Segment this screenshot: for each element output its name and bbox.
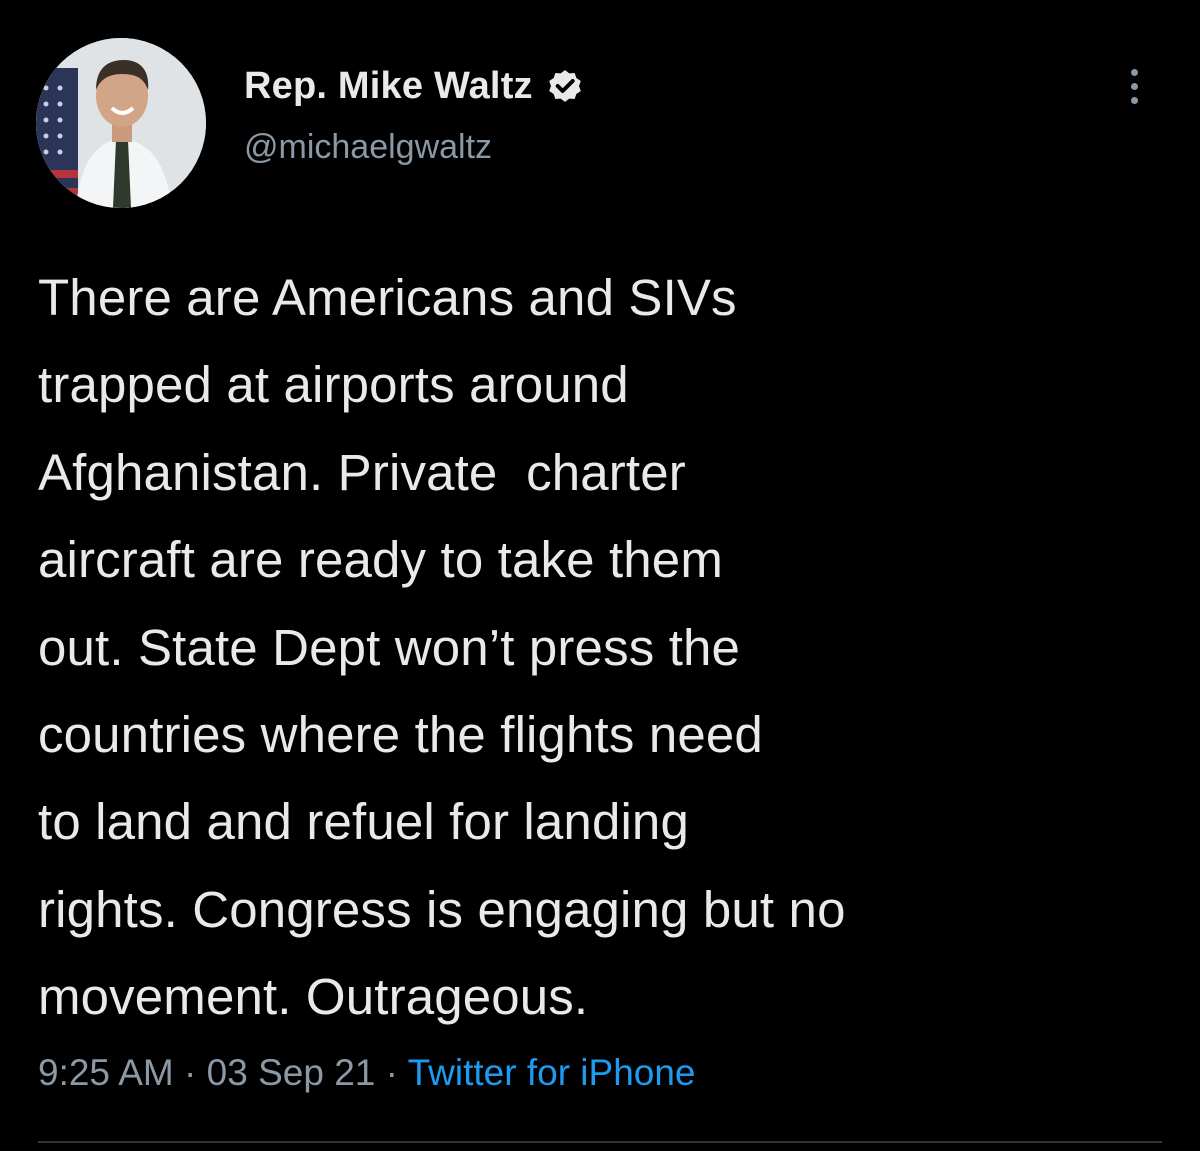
more-dot: [1130, 96, 1138, 104]
author-info: Rep. Mike Waltz @michaelgwaltz: [244, 58, 585, 167]
more-options-icon[interactable]: [1114, 56, 1154, 116]
tweet-detail: Rep. Mike Waltz @michaelgwaltz There are…: [0, 0, 1200, 1151]
author-display-name[interactable]: Rep. Mike Waltz: [244, 65, 533, 108]
author-handle[interactable]: @michaelgwaltz: [244, 128, 585, 167]
divider: [38, 1141, 1162, 1143]
tweet-metadata: 9:25 AM · 03 Sep 21 · Twitter for iPhone: [38, 1052, 696, 1094]
avatar[interactable]: [36, 38, 206, 208]
tweet-text-line: aircraft are ready to take them: [38, 531, 723, 589]
meta-separator: ·: [173, 1052, 207, 1093]
profile-photo: [36, 38, 206, 208]
tweet-text-line: Afghanistan. Private charter: [38, 443, 686, 501]
tweet-text-line: to land and refuel for landing: [38, 793, 689, 851]
tweet-source-link[interactable]: Twitter for iPhone: [408, 1052, 696, 1093]
more-dot: [1130, 82, 1138, 90]
verified-badge-icon: [545, 66, 585, 106]
author-name-row[interactable]: Rep. Mike Waltz: [244, 58, 585, 114]
tweet-text-line: There are Americans and SIVs: [38, 269, 737, 326]
tweet-time[interactable]: 9:25 AM: [38, 1052, 174, 1093]
tweet-text-line: trapped at airports around: [38, 356, 629, 414]
tweet-date[interactable]: 03 Sep 21: [207, 1052, 376, 1093]
tweet-text-line: countries where the flights need: [38, 706, 763, 764]
more-dot: [1130, 68, 1138, 76]
tweet-text: There are Americans and SIVs trapped at …: [38, 254, 1168, 1041]
tweet-text-line: out. State Dept won’t press the: [38, 618, 741, 676]
tweet-text-line: movement. Outrageous.: [38, 968, 589, 1026]
tweet-text-line: rights. Congress is engaging but no: [38, 880, 846, 938]
meta-separator: ·: [375, 1052, 408, 1093]
